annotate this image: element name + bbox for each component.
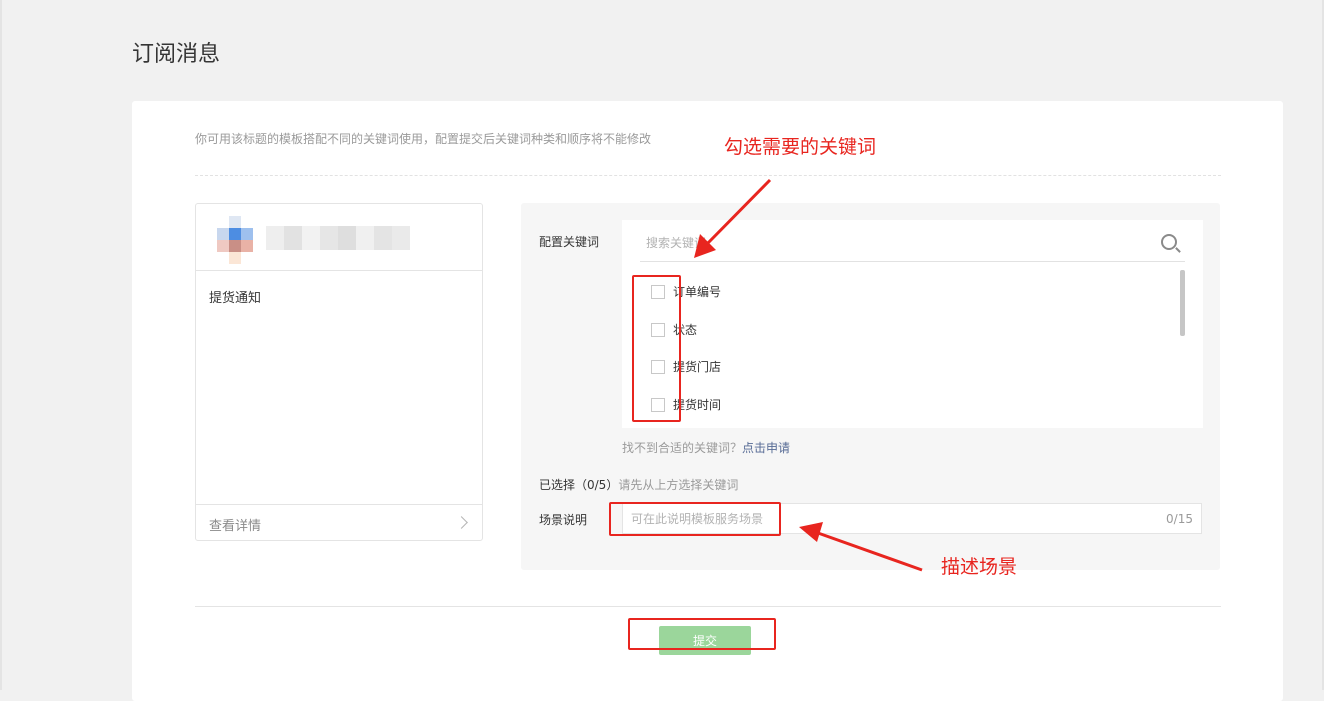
arrow-line-scene xyxy=(817,531,923,572)
annotation-arrows xyxy=(694,178,923,572)
arrow-head-scene xyxy=(799,522,823,542)
arrow-line-keywords xyxy=(706,178,772,245)
